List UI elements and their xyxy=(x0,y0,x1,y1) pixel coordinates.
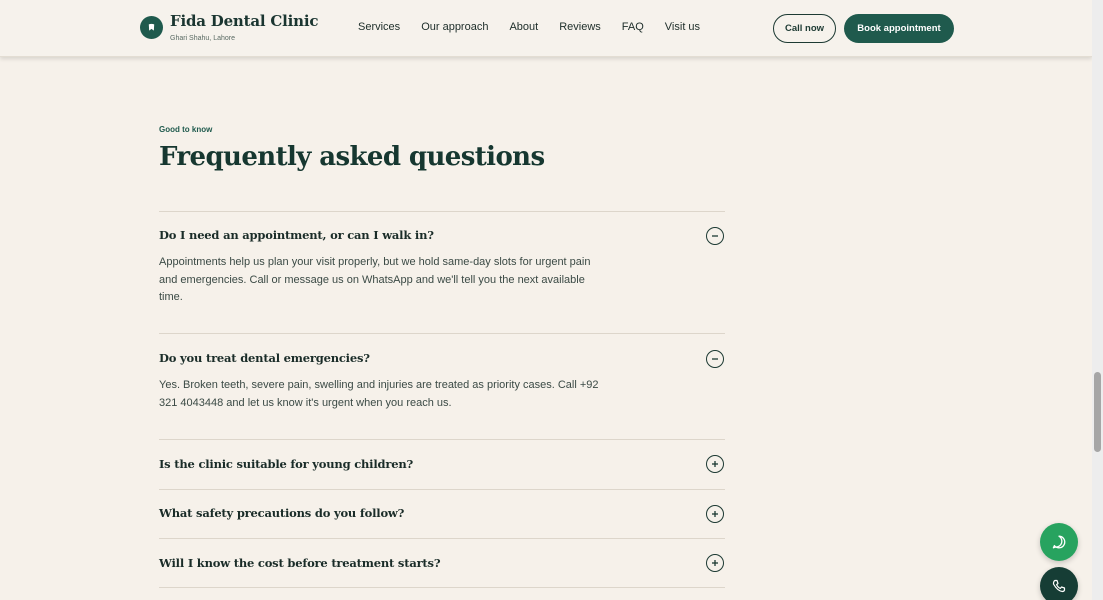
faq-question[interactable]: Will I know the cost before treatment st… xyxy=(159,556,441,570)
faq-question[interactable]: Do you treat dental emergencies? xyxy=(159,351,370,365)
faq-answer: Appointments help us plan your visit pro… xyxy=(159,256,591,303)
faq-question[interactable]: Do I need an appointment, or can I walk … xyxy=(159,228,434,242)
call-now-button[interactable]: Call now xyxy=(773,14,836,43)
nav-about[interactable]: About xyxy=(509,21,538,33)
faq-answer: Yes. Broken teeth, severe pain, swelling… xyxy=(159,379,599,409)
faq-title: Frequently asked questions xyxy=(159,142,545,172)
faq-question[interactable]: What safety precautions do you follow? xyxy=(159,506,404,520)
nav-visit-us[interactable]: Visit us xyxy=(665,21,700,33)
divider xyxy=(159,333,725,334)
brand-location: Ghari Shahu, Lahore xyxy=(170,35,235,42)
divider xyxy=(159,439,725,440)
divider xyxy=(159,489,725,490)
plus-circle-icon[interactable] xyxy=(706,505,724,523)
nav-services[interactable]: Services xyxy=(358,21,400,33)
brand-name[interactable]: Fida Dental Clinic xyxy=(170,12,318,30)
tooth-icon[interactable] xyxy=(140,16,163,39)
whatsapp-chat-icon[interactable] xyxy=(1040,523,1078,561)
main-nav: Services Our approach About Reviews FAQ … xyxy=(358,21,721,33)
faq-question[interactable]: Is the clinic suitable for young childre… xyxy=(159,457,413,471)
page-scrollbar[interactable] xyxy=(1092,0,1103,600)
divider xyxy=(159,587,725,588)
plus-circle-icon[interactable] xyxy=(706,554,724,572)
phone-icon[interactable] xyxy=(1040,567,1078,600)
section-eyebrow: Good to know xyxy=(159,125,213,134)
nav-our-approach[interactable]: Our approach xyxy=(421,21,488,33)
scrollbar-thumb[interactable] xyxy=(1094,372,1101,452)
site-header: Fida Dental Clinic Ghari Shahu, Lahore S… xyxy=(0,0,1092,57)
book-appointment-button[interactable]: Book appointment xyxy=(844,14,954,43)
plus-circle-icon[interactable] xyxy=(706,455,724,473)
minus-circle-icon[interactable] xyxy=(706,227,724,245)
nav-faq[interactable]: FAQ xyxy=(622,21,644,33)
divider xyxy=(159,211,725,212)
minus-circle-icon[interactable] xyxy=(706,350,724,368)
divider xyxy=(159,538,725,539)
nav-reviews[interactable]: Reviews xyxy=(559,21,601,33)
